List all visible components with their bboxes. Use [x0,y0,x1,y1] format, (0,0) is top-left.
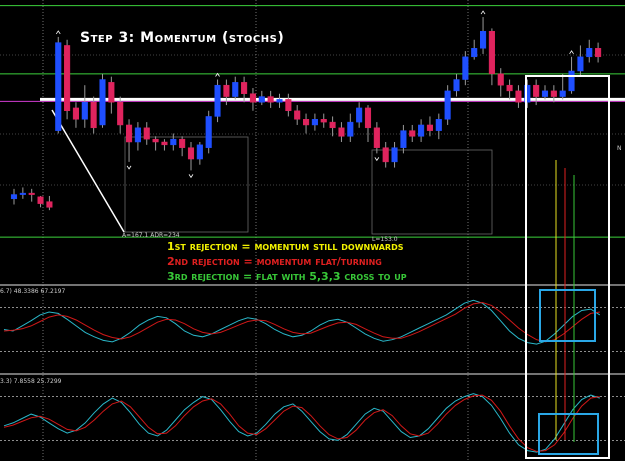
candle-body-1 [19,192,26,195]
candle-body-10 [99,79,106,126]
candle-body-61 [550,90,557,97]
candle-body-59 [533,84,540,97]
annotation-2: 2nd rejection = momentum flat/turning [167,255,382,268]
candle-body-15 [143,127,150,140]
chart-title: Step 3: Momentum (stochs) [80,30,285,46]
candle-body-48 [435,119,442,131]
annotation-3: 3rd rejection = flat with 5,3,3 cross to… [167,270,407,283]
candle-body-63 [568,70,575,92]
candle-body-24 [223,84,230,97]
candle-body-4 [46,201,53,208]
candle-body-50 [453,79,460,92]
candle-body-0 [10,194,18,200]
stoch2-series-1 [3,394,600,452]
candle-body-27 [249,93,256,103]
candle-body-12 [117,101,124,126]
candle-body-32 [294,110,301,120]
candle-body-21 [196,144,203,160]
candle-body-39 [356,107,363,123]
candle-body-44 [400,130,407,148]
candle-body-52 [471,48,478,58]
candle-body-8 [81,101,88,120]
candle-body-18 [170,138,177,146]
fractal-up-53 [480,10,486,15]
candle-body-20 [187,147,195,160]
candle-body-45 [409,130,416,137]
candle-body-13 [126,124,133,143]
candle-body-66 [595,48,602,58]
candle-body-57 [515,90,522,103]
range-label: A=167.1 ADR=234 [122,232,180,239]
candle-body-25 [232,82,239,97]
candle-body-36 [329,121,336,129]
stoch1-values-label: 6.7) 48.3386 67.2197 [0,288,66,295]
range-box-2 [371,149,493,235]
candle-body-22 [205,116,212,148]
candle-body-38 [347,121,354,137]
candle-body-2 [28,192,35,195]
edge-label: N [617,145,622,152]
candle-body-33 [303,119,310,126]
highlight-rectangle [525,75,610,459]
candle-body-47 [426,124,433,131]
stoch2-values-label: 3.3) 7.8558 25.7299 [0,378,62,385]
candle-body-35 [320,119,327,123]
candle-body-46 [418,124,425,137]
candle-body-3 [37,196,44,204]
candle-body-19 [179,138,186,148]
candle-body-7 [72,107,80,120]
fractal-down-41 [374,157,380,162]
candle-body-43 [391,147,398,163]
candle-body-41 [373,127,380,148]
candle-body-56 [506,84,513,92]
candle-body-28 [258,96,265,103]
cyan-box-stoch2 [538,413,599,455]
stoch2-series-0 [3,393,600,453]
candle-body-26 [241,82,248,94]
candle-body-11 [108,82,115,103]
candle-body-16 [152,138,159,143]
candle-body-14 [134,127,141,143]
candle-body-30 [276,99,283,103]
stoch1-series-0 [3,299,601,345]
low-label: L=153.0 [372,236,398,243]
fractal-up-5 [55,30,61,35]
candle-body-64 [577,56,584,72]
candle-body-55 [497,73,504,86]
candle-body-29 [267,96,274,103]
candle-body-62 [559,90,566,97]
candle-body-51 [462,56,469,80]
diagonal-trend-line [51,109,125,233]
candle-body-53 [480,30,487,49]
candle-body-17 [161,141,168,146]
candle-body-34 [311,119,318,126]
candle-body-6 [64,45,71,112]
candle-body-49 [444,90,451,120]
candle-body-31 [285,99,292,112]
candle-body-60 [541,90,549,97]
fractal-up-63 [569,50,574,55]
fractal-down-13 [126,165,132,170]
range-box-1 [124,136,249,233]
candle-body-65 [586,48,593,58]
candle-body-23 [214,84,221,117]
chart-window: Step 3: Momentum (stochs) 1st rejection … [0,0,625,461]
fractal-down-20 [188,174,194,179]
candle-body-42 [382,147,389,163]
candle-body-5 [55,42,62,131]
candle-body-9 [90,101,97,129]
chart-canvas [0,0,625,461]
candle-body-37 [338,127,345,137]
candle-body-54 [488,30,495,75]
annotation-1: 1st rejection = momentum still downwards [167,240,404,253]
candle-body-40 [364,107,372,129]
